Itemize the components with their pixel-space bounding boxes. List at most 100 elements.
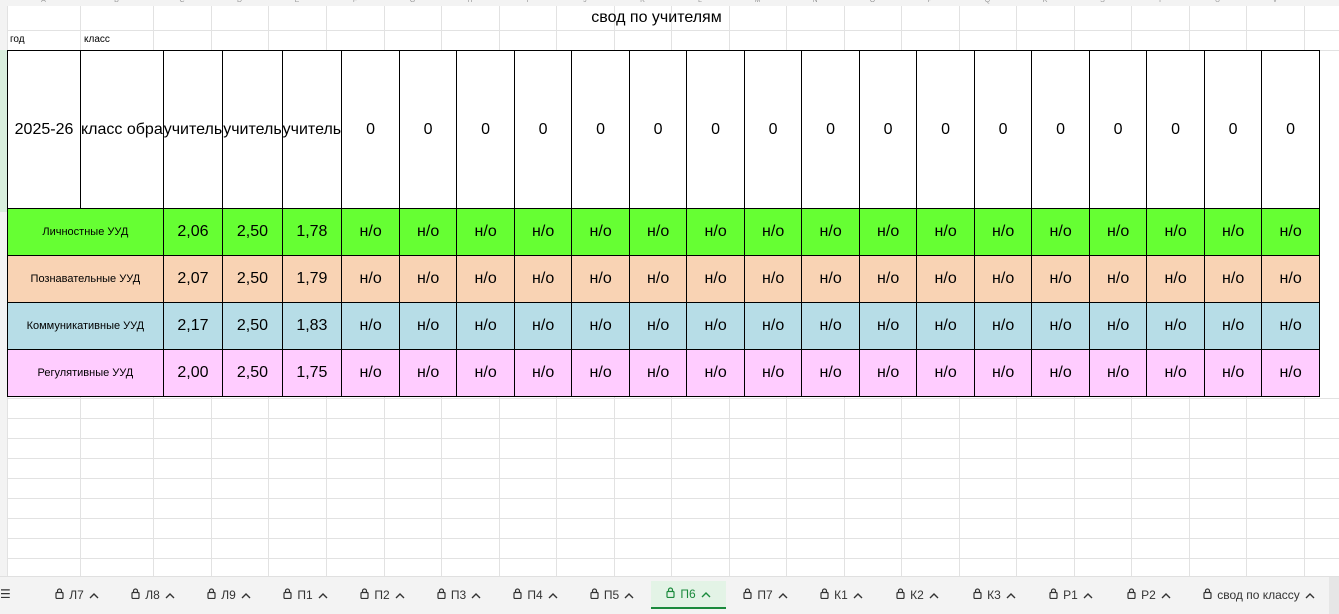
sheet-tab-2[interactable]: Л9 (192, 581, 266, 609)
cell-value[interactable]: н/о (974, 302, 1033, 350)
sheet-tab-14[interactable]: Р2 (1110, 581, 1188, 609)
cell-header-12[interactable]: 0 (744, 50, 803, 209)
sheet-tab-13[interactable]: Р1 (1034, 581, 1108, 609)
chevron-up-icon[interactable] (1006, 588, 1016, 602)
column-letter-v[interactable]: V (1246, 0, 1304, 4)
chevron-up-icon[interactable] (471, 588, 481, 602)
chevron-up-icon[interactable] (1305, 588, 1315, 602)
cell-value[interactable]: н/о (1089, 302, 1148, 350)
chevron-up-icon[interactable] (548, 588, 558, 602)
chevron-up-icon[interactable] (853, 588, 863, 602)
cell-value[interactable]: 2,17 (162, 302, 224, 350)
sheet-tab-7[interactable]: П5 (575, 581, 649, 609)
cell-value[interactable]: н/о (859, 255, 918, 303)
year-label[interactable]: год (10, 34, 25, 45)
cell-value[interactable]: н/о (744, 255, 803, 303)
column-letter-s[interactable]: S (1074, 0, 1131, 4)
cell-value[interactable]: н/о (1031, 255, 1091, 303)
cell-value[interactable]: н/о (399, 349, 458, 397)
cell-value[interactable]: 2,06 (162, 208, 224, 256)
cell-value[interactable]: н/о (916, 208, 976, 256)
cell-value[interactable]: н/о (916, 349, 976, 397)
cell-value[interactable]: н/о (341, 302, 401, 350)
sheet-tab-12[interactable]: К3 (957, 581, 1032, 609)
sheet-menu-icon[interactable]: ☰ (0, 587, 11, 601)
cell-value[interactable]: н/о (514, 255, 573, 303)
cell-value[interactable]: н/о (1031, 302, 1091, 350)
column-letter-j[interactable]: J (556, 0, 614, 4)
cell-value[interactable]: н/о (801, 208, 861, 256)
column-letter-q[interactable]: Q (959, 0, 1016, 4)
cell-value[interactable]: н/о (1089, 349, 1148, 397)
cell-value[interactable]: н/о (341, 208, 401, 256)
column-letter-i[interactable]: I (499, 0, 556, 4)
cell-value[interactable]: н/о (571, 302, 631, 350)
cell-value[interactable]: н/о (1146, 302, 1206, 350)
column-letter-e[interactable]: E (268, 0, 326, 4)
cell-value[interactable]: н/о (974, 349, 1033, 397)
chevron-up-icon[interactable] (165, 588, 175, 602)
cell-header-1[interactable]: класс обра (80, 50, 164, 209)
column-letter-n[interactable]: N (786, 0, 844, 4)
row-label[interactable]: Регулятивные УУД (7, 349, 164, 397)
chevron-up-icon[interactable] (778, 588, 788, 602)
cell-value[interactable]: н/о (1089, 208, 1148, 256)
cell-value[interactable]: н/о (744, 302, 803, 350)
column-letter-r[interactable]: R (1016, 0, 1074, 4)
cell-header-18[interactable]: 0 (1089, 50, 1148, 209)
cell-header-15[interactable]: 0 (916, 50, 976, 209)
cell-value[interactable]: н/о (916, 302, 976, 350)
tab-scroll-right[interactable] (1329, 577, 1339, 614)
column-letter-h[interactable]: H (441, 0, 499, 4)
cell-value[interactable]: н/о (1146, 255, 1206, 303)
cell-value[interactable]: н/о (1204, 302, 1263, 350)
cell-value[interactable]: 2,00 (162, 349, 224, 397)
cell-header-6[interactable]: 0 (399, 50, 458, 209)
sheet-tab-9[interactable]: П7 (728, 581, 803, 609)
sheet-title[interactable]: свод по учителям (0, 9, 1313, 27)
cell-value[interactable]: н/о (629, 349, 688, 397)
cell-value[interactable]: н/о (399, 302, 458, 350)
sheet-tab-11[interactable]: К2 (880, 581, 955, 609)
row-label[interactable]: Личностные УУД (7, 208, 164, 256)
cell-value[interactable]: н/о (1261, 349, 1321, 397)
cell-value[interactable]: н/о (1204, 349, 1263, 397)
cell-value[interactable]: н/о (801, 349, 861, 397)
cell-value[interactable]: н/о (744, 349, 803, 397)
cell-value[interactable]: н/о (1204, 255, 1263, 303)
cell-value[interactable]: н/о (801, 255, 861, 303)
cell-header-21[interactable]: 0 (1261, 50, 1321, 209)
chevron-up-icon[interactable] (1161, 588, 1171, 602)
sheet-tab-0[interactable]: Л7 (40, 581, 114, 609)
chevron-up-icon[interactable] (624, 588, 634, 602)
sheet-tab-15[interactable]: свод по классу (1190, 581, 1328, 609)
column-letter-c[interactable]: C (153, 0, 211, 4)
cell-value[interactable]: 1,75 (281, 349, 343, 397)
cell-header-4[interactable]: учитель (281, 50, 343, 209)
cell-value[interactable]: н/о (399, 208, 458, 256)
column-letter-o[interactable]: O (844, 0, 901, 4)
cell-value[interactable]: н/о (341, 349, 401, 397)
cell-header-10[interactable]: 0 (629, 50, 688, 209)
cell-value[interactable]: н/о (571, 208, 631, 256)
cell-value[interactable]: 1,78 (281, 208, 343, 256)
class-label[interactable]: класс (84, 34, 110, 45)
cell-value[interactable]: н/о (801, 302, 861, 350)
chevron-up-icon[interactable] (395, 588, 405, 602)
cell-value[interactable]: н/о (686, 255, 746, 303)
cell-value[interactable]: 2,50 (222, 208, 283, 256)
chevron-up-icon[interactable] (318, 588, 328, 602)
cell-header-13[interactable]: 0 (801, 50, 861, 209)
sheet-tab-5[interactable]: П3 (422, 581, 496, 609)
cell-value[interactable]: н/о (1261, 208, 1321, 256)
chevron-up-icon[interactable] (89, 588, 99, 602)
cell-value[interactable]: н/о (571, 255, 631, 303)
cell-value[interactable]: н/о (686, 208, 746, 256)
cell-header-3[interactable]: учитель (222, 50, 283, 209)
cell-value[interactable]: н/о (629, 255, 688, 303)
cell-value[interactable]: н/о (456, 255, 516, 303)
cell-header-17[interactable]: 0 (1031, 50, 1091, 209)
cell-value[interactable]: н/о (744, 208, 803, 256)
cell-value[interactable]: н/о (1089, 255, 1148, 303)
cell-value[interactable]: н/о (1261, 302, 1321, 350)
